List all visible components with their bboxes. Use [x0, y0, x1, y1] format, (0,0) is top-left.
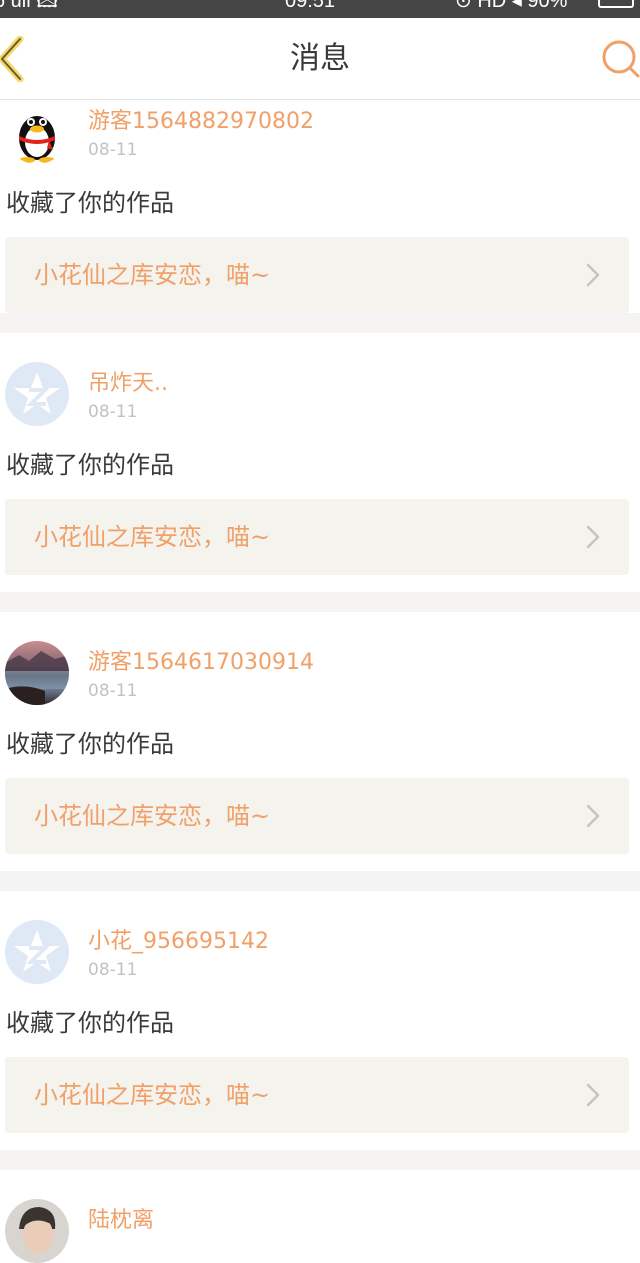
message-text: 收藏了你的作品	[6, 1009, 174, 1037]
work-title: 小花仙之库安恋，喵~	[34, 802, 271, 830]
status-bar: 6 ull 🖾 09:51 ⊙ HD ◂ 90%	[0, 0, 640, 18]
person-photo-avatar[interactable]	[5, 1199, 69, 1263]
qq-penguin-avatar[interactable]	[5, 100, 69, 164]
chevron-right-icon	[586, 525, 600, 549]
sender-name[interactable]: 小花_956695142	[88, 928, 269, 956]
work-title: 小花仙之库安恋，喵~	[34, 523, 271, 551]
message-text: 收藏了你的作品	[6, 451, 174, 479]
message-list: 游客1564882970802 08-11 收藏了你的作品 小花仙之库安恋，喵~…	[0, 100, 640, 1263]
work-link[interactable]: 小花仙之库安恋，喵~	[5, 1057, 629, 1133]
page-title: 消息	[290, 41, 350, 76]
message-text: 收藏了你的作品	[6, 730, 174, 758]
message-date: 08-11	[88, 681, 138, 701]
message-card: 游客1564882970802 08-11 收藏了你的作品 小花仙之库安恋，喵~	[0, 100, 640, 333]
chevron-right-icon	[586, 804, 600, 828]
work-link[interactable]: 小花仙之库安恋，喵~	[5, 499, 629, 575]
chevron-right-icon	[586, 1083, 600, 1107]
sender-name[interactable]: 游客1564882970802	[88, 108, 314, 136]
landscape-photo-avatar[interactable]	[5, 641, 69, 705]
battery-icon	[598, 0, 634, 8]
qzone-star-avatar[interactable]	[5, 362, 69, 426]
message-text: 收藏了你的作品	[6, 189, 174, 217]
message-date: 08-11	[88, 140, 138, 160]
message-card: 吊炸天.. 08-11 收藏了你的作品 小花仙之库安恋，喵~	[0, 333, 640, 612]
status-indicators: ⊙ HD ◂ 90%	[455, 0, 568, 12]
sender-name[interactable]: 游客1564617030914	[88, 649, 314, 677]
nav-header: 消息	[0, 18, 640, 100]
sender-name[interactable]: 吊炸天..	[88, 370, 168, 398]
search-button[interactable]	[598, 38, 640, 82]
sender-name[interactable]: 陆枕离	[88, 1207, 154, 1235]
work-link[interactable]: 小花仙之库安恋，喵~	[5, 778, 629, 854]
qzone-star-avatar[interactable]	[5, 920, 69, 984]
message-card: 陆枕离	[0, 1170, 640, 1263]
status-time: 09:51	[285, 0, 336, 12]
work-title: 小花仙之库安恋，喵~	[34, 261, 271, 289]
search-icon	[602, 40, 640, 78]
chevron-right-icon	[586, 263, 600, 287]
signal-icon: 6 ull 🖾	[0, 0, 59, 12]
message-date: 08-11	[88, 960, 138, 980]
message-card: 小花_956695142 08-11 收藏了你的作品 小花仙之库安恋，喵~	[0, 891, 640, 1170]
work-title: 小花仙之库安恋，喵~	[34, 1081, 271, 1109]
message-card: 游客1564617030914 08-11 收藏了你的作品 小花仙之库安恋，喵~	[0, 612, 640, 891]
work-link[interactable]: 小花仙之库安恋，喵~	[5, 237, 629, 313]
message-date: 08-11	[88, 402, 138, 422]
